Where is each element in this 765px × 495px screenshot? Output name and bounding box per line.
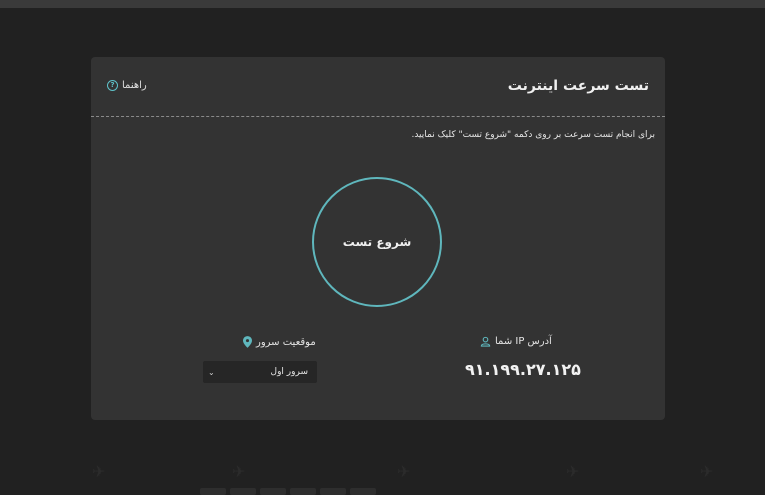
top-bar bbox=[0, 0, 765, 8]
background-bar bbox=[260, 488, 286, 495]
server-select[interactable]: ⌄ سرور اول bbox=[203, 361, 317, 383]
telegram-icon: ✈ bbox=[700, 462, 714, 481]
background-bar bbox=[350, 488, 376, 495]
map-pin-icon bbox=[243, 336, 252, 348]
telegram-icon: ✈ bbox=[397, 462, 411, 481]
server-location-label: موقعیت سرور bbox=[243, 336, 316, 348]
instructions-text: برای انجام تست سرعت بر روی دکمه "شروع تس… bbox=[411, 130, 655, 140]
server-select-value: سرور اول bbox=[270, 367, 308, 377]
chevron-down-icon: ⌄ bbox=[208, 367, 215, 377]
ip-address-label: آدرس IP شما bbox=[480, 336, 552, 347]
ip-label-text: آدرس IP شما bbox=[495, 336, 552, 347]
help-link[interactable]: ? راهنما bbox=[107, 80, 147, 91]
telegram-icon: ✈ bbox=[92, 462, 106, 481]
divider bbox=[91, 116, 665, 117]
background-bar bbox=[230, 488, 256, 495]
background-bar bbox=[200, 488, 226, 495]
start-test-button[interactable]: شروع تست bbox=[312, 177, 442, 307]
ip-address-value: ۹۱.۱۹۹.۲۷.۱۲۵ bbox=[465, 360, 581, 379]
help-label: راهنما bbox=[122, 80, 147, 91]
telegram-icon: ✈ bbox=[566, 462, 580, 481]
telegram-icon: ✈ bbox=[232, 462, 246, 481]
background-bar bbox=[320, 488, 346, 495]
background-bar bbox=[290, 488, 316, 495]
question-circle-icon: ? bbox=[107, 80, 118, 91]
server-label-text: موقعیت سرور bbox=[256, 336, 316, 348]
user-icon bbox=[480, 336, 491, 347]
speed-test-card: تست سرعت اینترنت ? راهنما برای انجام تست… bbox=[91, 57, 665, 420]
page-title: تست سرعت اینترنت bbox=[507, 78, 649, 94]
